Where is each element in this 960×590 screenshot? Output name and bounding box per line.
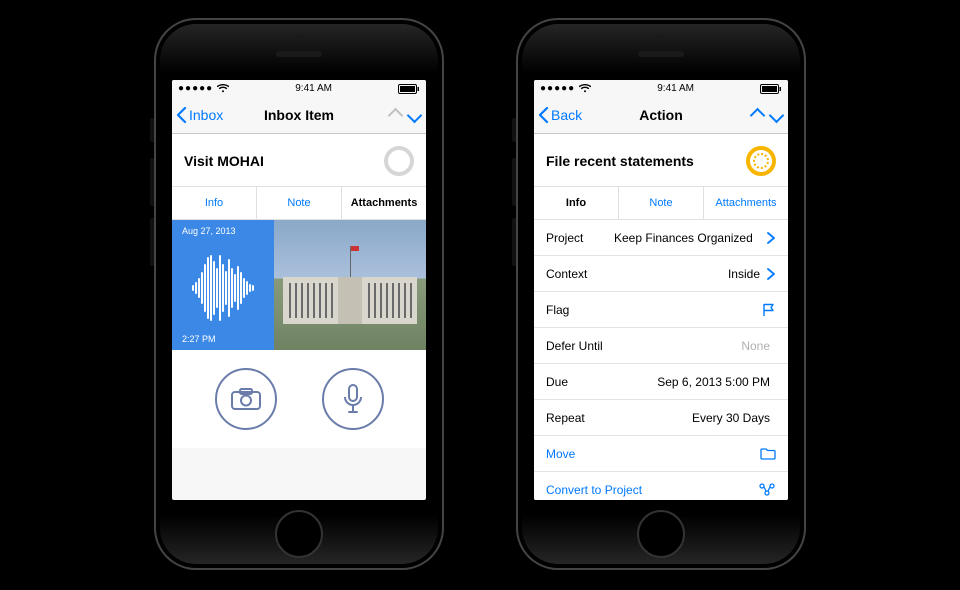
audio-time: 2:27 PM [182, 334, 216, 344]
photo-attachment[interactable] [274, 220, 426, 350]
phone-speaker [276, 51, 322, 57]
row-label: Context [546, 267, 614, 281]
microphone-button[interactable] [322, 368, 384, 430]
phone-camera [296, 34, 303, 41]
phone-camera [658, 34, 665, 41]
camera-icon [231, 388, 261, 410]
status-time: 9:41 AM [657, 83, 694, 94]
nav-next-button[interactable] [407, 107, 423, 123]
phone-frame-right: ●●●●● 9:41 AM Back Action [516, 18, 806, 570]
folder-icon [760, 447, 776, 460]
row-value: Inside [614, 267, 766, 281]
nav-back-label: Inbox [189, 107, 223, 123]
item-header: Visit MOHAI [172, 134, 426, 187]
row-label: Defer Until [546, 339, 626, 353]
status-bar: ●●●●● 9:41 AM [172, 80, 426, 97]
nav-back-label: Back [551, 107, 582, 123]
row-convert[interactable]: Convert to Project [534, 472, 788, 500]
status-time: 9:41 AM [295, 83, 332, 94]
nav-prev-button[interactable] [388, 107, 404, 123]
tab-info[interactable]: Info [172, 187, 257, 219]
tab-attachments[interactable]: Attachments [704, 187, 788, 219]
row-label: Project [546, 231, 614, 245]
nav-back-button[interactable]: Inbox [172, 107, 223, 123]
row-value: None [626, 339, 776, 353]
signal-dots-icon: ●●●●● [540, 83, 575, 94]
row-value: Sep 6, 2013 5:00 PM [614, 375, 776, 389]
wifi-icon [217, 84, 229, 93]
row-label: Flag [546, 303, 614, 317]
phone-speaker [638, 51, 684, 57]
chevron-left-icon [176, 107, 187, 123]
completion-circle[interactable] [746, 146, 776, 176]
row-context[interactable]: Context Inside [534, 256, 788, 292]
row-label: Move [546, 447, 760, 461]
nav-back-button[interactable]: Back [534, 107, 582, 123]
home-button[interactable] [637, 510, 685, 558]
screen-right: ●●●●● 9:41 AM Back Action [534, 80, 788, 500]
flagpole-icon [350, 246, 351, 277]
building-graphic [283, 277, 417, 324]
segmented-tabs: Info Note Attachments [172, 187, 426, 220]
tab-info[interactable]: Info [534, 187, 619, 219]
waveform-icon [172, 254, 274, 322]
flag-icon [762, 303, 776, 317]
wifi-icon [579, 84, 591, 93]
row-value: Every 30 Days [614, 411, 776, 425]
row-move[interactable]: Move [534, 436, 788, 472]
row-label: Convert to Project [546, 483, 758, 497]
convert-icon [758, 483, 776, 496]
chevron-right-icon [766, 232, 776, 244]
item-header: File recent statements [534, 134, 788, 187]
nav-bar: Inbox Inbox Item [172, 97, 426, 134]
attachment-actions [172, 350, 426, 448]
audio-attachment[interactable]: Aug 27, 2013 2:27 PM [172, 220, 274, 350]
battery-icon [398, 84, 420, 94]
phone-frame-left: ●●●●● 9:41 AM Inbox Inbox Item [154, 18, 444, 570]
completion-circle[interactable] [384, 146, 414, 176]
nav-bar: Back Action [534, 97, 788, 134]
row-defer[interactable]: Defer Until None [534, 328, 788, 364]
chevron-left-icon [538, 107, 549, 123]
item-title: Visit MOHAI [184, 153, 264, 169]
attachments-row: Aug 27, 2013 2:27 PM [172, 220, 426, 350]
row-due[interactable]: Due Sep 6, 2013 5:00 PM [534, 364, 788, 400]
row-value: Keep Finances Organized [614, 231, 766, 245]
home-button[interactable] [275, 510, 323, 558]
item-title: File recent statements [546, 153, 694, 169]
tab-note[interactable]: Note [257, 187, 342, 219]
nav-next-button[interactable] [769, 107, 785, 123]
battery-icon [760, 84, 782, 94]
audio-date: Aug 27, 2013 [182, 226, 236, 236]
row-repeat[interactable]: Repeat Every 30 Days [534, 400, 788, 436]
signal-dots-icon: ●●●●● [178, 83, 213, 94]
detail-list: Project Keep Finances Organized Context … [534, 220, 788, 500]
tab-note[interactable]: Note [619, 187, 704, 219]
microphone-icon [343, 384, 363, 414]
tab-attachments[interactable]: Attachments [342, 187, 426, 219]
segmented-tabs: Info Note Attachments [534, 187, 788, 220]
status-bar: ●●●●● 9:41 AM [534, 80, 788, 97]
chevron-right-icon [766, 268, 776, 280]
row-project[interactable]: Project Keep Finances Organized [534, 220, 788, 256]
row-label: Repeat [546, 411, 614, 425]
row-flag[interactable]: Flag [534, 292, 788, 328]
screen-left: ●●●●● 9:41 AM Inbox Inbox Item [172, 80, 426, 500]
nav-prev-button[interactable] [750, 107, 766, 123]
camera-button[interactable] [215, 368, 277, 430]
row-label: Due [546, 375, 614, 389]
